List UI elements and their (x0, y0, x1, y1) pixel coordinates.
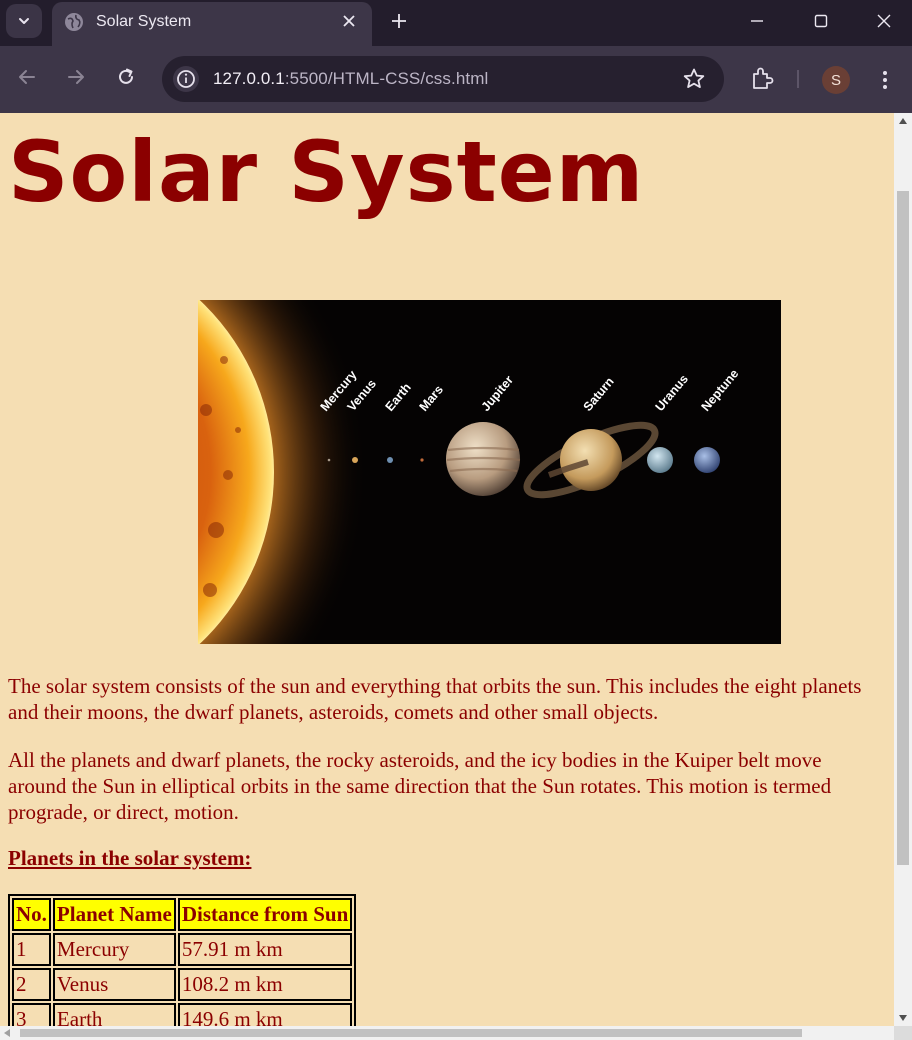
forward-button[interactable] (61, 62, 91, 92)
address-bar[interactable]: 127.0.0.1:5500/HTML-CSS/css.html (162, 56, 724, 102)
new-tab-button[interactable] (386, 8, 412, 34)
active-tab[interactable]: Solar System (52, 2, 372, 46)
jupiter-planet (446, 422, 521, 496)
extensions-icon[interactable] (748, 65, 776, 93)
table-cell-planet: Venus (52, 968, 176, 1001)
close-icon (877, 14, 891, 28)
table-cell-planet: Mercury (52, 933, 176, 966)
bookmark-star-icon[interactable] (682, 67, 706, 91)
page-viewport: Solar System Mercury Venus Earth Mars Ju… (0, 113, 912, 1040)
orbits-paragraph: All the planets and dwarf planets, the r… (8, 748, 832, 824)
mars-planet (420, 458, 424, 462)
close-window-button[interactable] (862, 6, 906, 36)
close-tab-button[interactable] (338, 10, 360, 32)
page-content: Solar System Mercury Venus Earth Mars Ju… (0, 113, 894, 1040)
column-header-distance: Distance from Sun (177, 898, 353, 931)
arrow-right-icon (68, 70, 84, 84)
table-header-row: No. Planet Name Distance from Sun (12, 898, 353, 931)
arrow-left-icon (19, 70, 35, 84)
toolbar-separator (797, 70, 799, 88)
table-cell-no: 1 (12, 933, 51, 966)
url-text: 127.0.0.1:5500/HTML-CSS/css.html (213, 69, 488, 89)
table-row: 2 Venus 108.2 m km (12, 968, 353, 1001)
venus-planet (352, 457, 358, 463)
url-path: :5500/HTML-CSS/css.html (284, 69, 489, 88)
site-info-icon[interactable] (172, 65, 200, 93)
tab-title: Solar System (96, 13, 192, 30)
table-cell-distance: 57.91 m km (177, 933, 353, 966)
minimize-icon (751, 20, 763, 22)
column-header-planet-name: Planet Name (52, 898, 176, 931)
column-header-no: No. (12, 898, 51, 931)
tab-strip: Solar System (0, 0, 912, 46)
maximize-icon (814, 14, 828, 28)
chevron-down-icon (19, 18, 29, 24)
intro-paragraph: The solar system consists of the sun and… (8, 674, 862, 724)
table-cell-distance: 108.2 m km (177, 968, 353, 1001)
vertical-scroll-thumb[interactable] (897, 191, 909, 865)
planets-table: No. Planet Name Distance from Sun 1 Merc… (8, 894, 357, 1040)
scroll-down-arrow-icon[interactable] (899, 1015, 907, 1021)
scroll-left-arrow-icon[interactable] (4, 1029, 10, 1037)
mercury-planet (327, 458, 331, 462)
horizontal-scrollbar[interactable] (0, 1026, 894, 1040)
profile-avatar[interactable]: S (822, 66, 850, 94)
horizontal-scroll-thumb[interactable] (20, 1029, 802, 1037)
reload-button[interactable] (111, 62, 141, 92)
neptune-planet (694, 447, 720, 473)
tab-search-button[interactable] (6, 4, 42, 38)
maximize-button[interactable] (799, 6, 843, 36)
table-row: 1 Mercury 57.91 m km (12, 933, 353, 966)
scroll-up-arrow-icon[interactable] (899, 118, 907, 124)
browser-menu-button[interactable] (872, 66, 898, 94)
scrollbar-corner (894, 1026, 912, 1040)
reload-icon (119, 68, 133, 84)
back-button[interactable] (12, 62, 42, 92)
earth-planet (387, 457, 393, 463)
plus-icon (392, 14, 406, 28)
uranus-planet (647, 447, 673, 473)
browser-toolbar: 127.0.0.1:5500/HTML-CSS/css.html S (0, 46, 912, 113)
close-icon (343, 15, 355, 27)
page-title: Solar System (8, 123, 645, 221)
kebab-menu-icon (883, 71, 887, 89)
vertical-scrollbar[interactable] (894, 113, 912, 1026)
solar-system-image: Mercury Venus Earth Mars Jupiter Saturn … (198, 300, 781, 644)
planets-subheading: Planets in the solar system: (8, 846, 252, 870)
minimize-button[interactable] (735, 6, 779, 36)
url-host: 127.0.0.1 (213, 69, 285, 88)
table-cell-no: 2 (12, 968, 51, 1001)
globe-icon (65, 13, 83, 31)
